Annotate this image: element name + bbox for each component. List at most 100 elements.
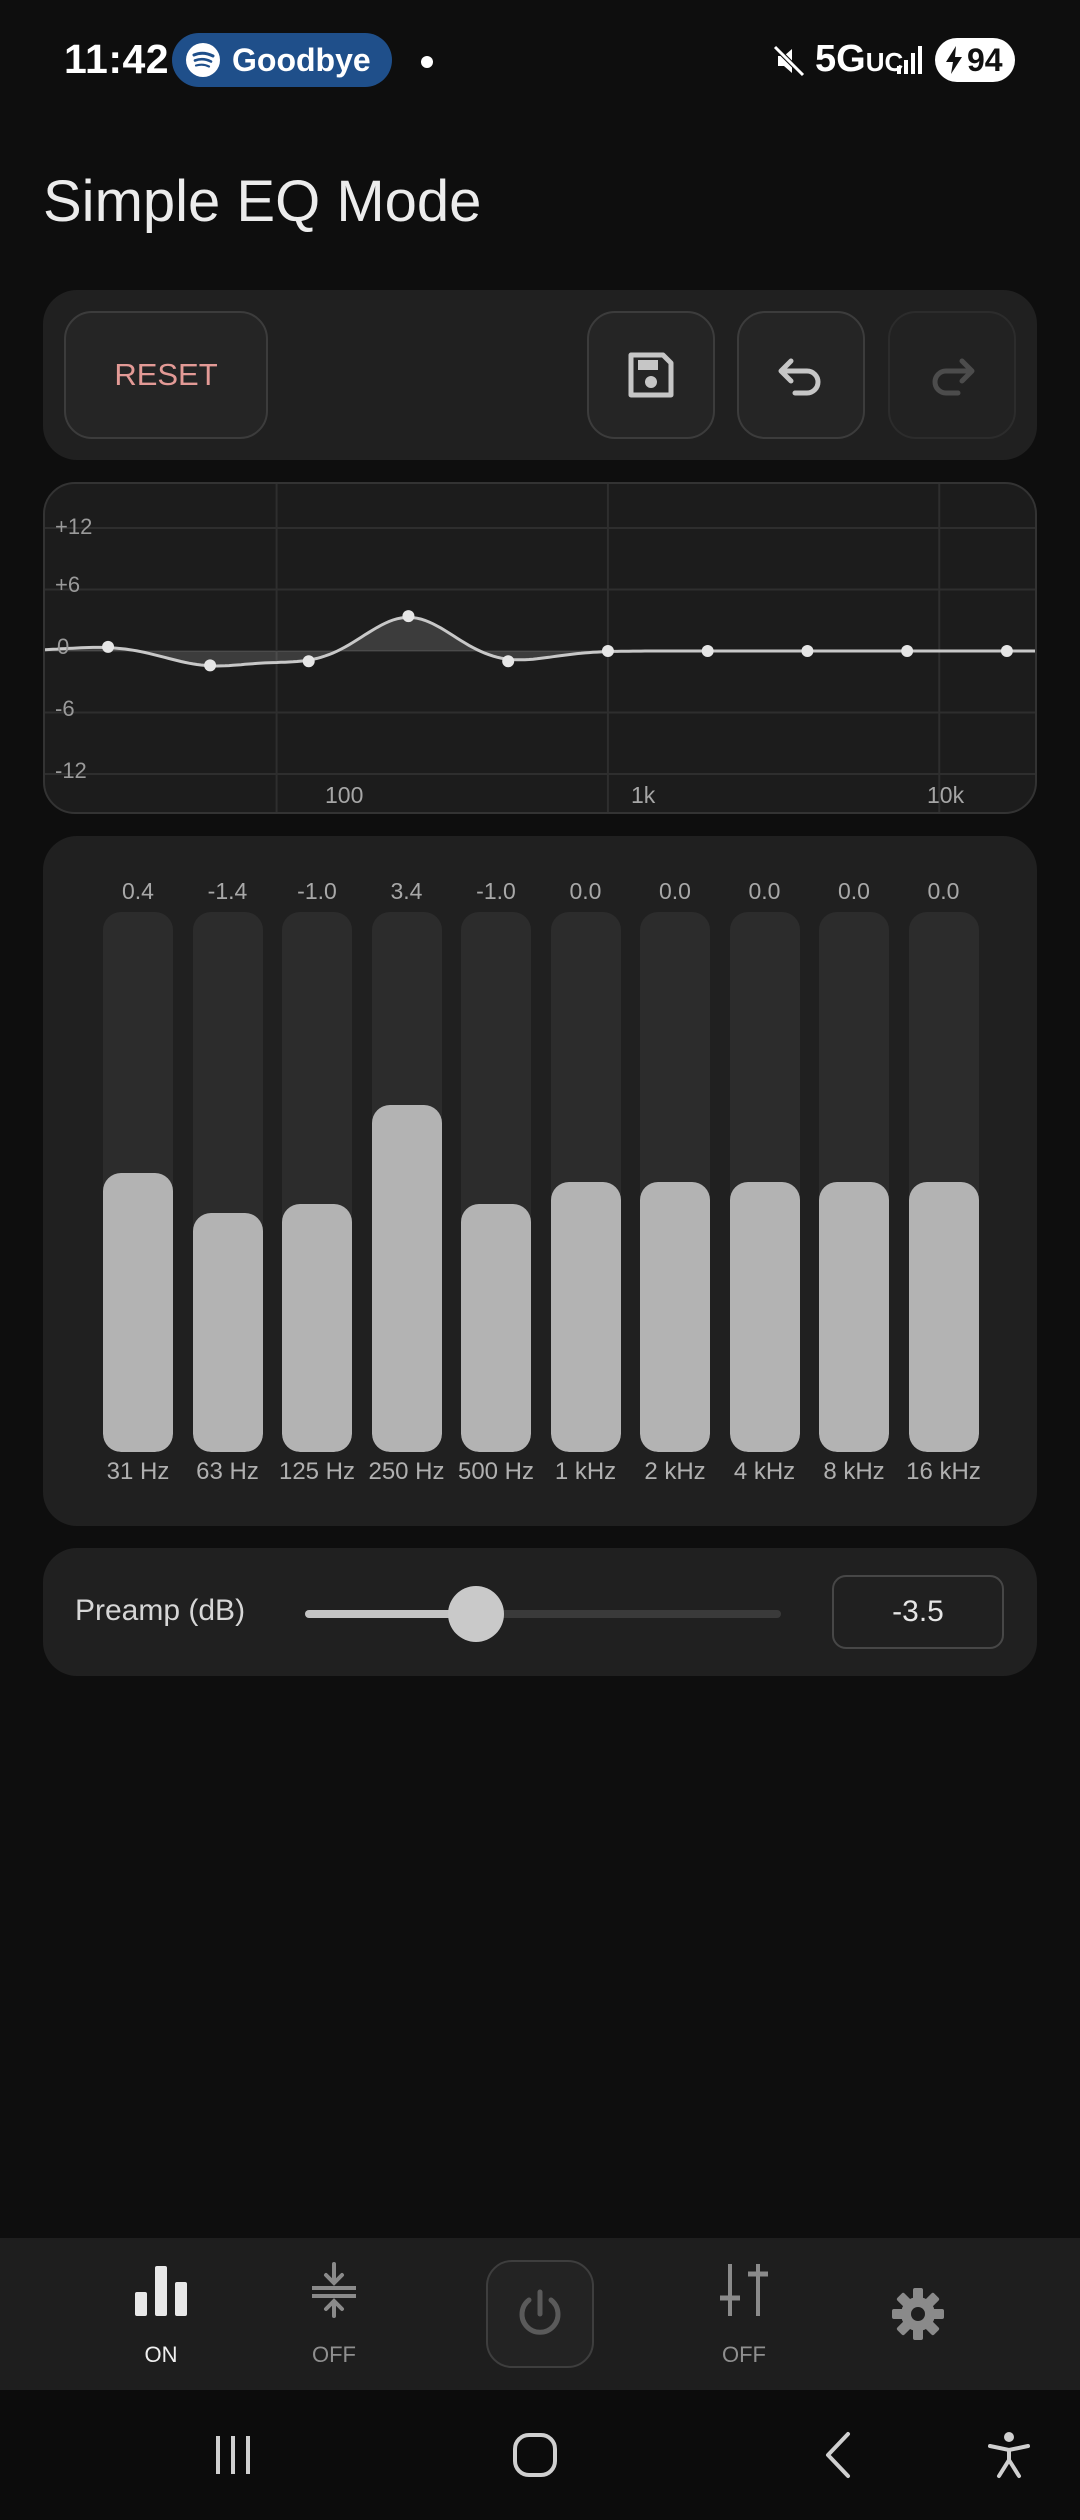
band-slider[interactable]: 0.0 2 kHz (640, 836, 710, 1526)
preamp-card: Preamp (dB) -3.5 (43, 1548, 1037, 1676)
network-indicator: 5GUC (815, 38, 903, 81)
nav-sliders-label: OFF (722, 2342, 766, 2367)
band-handle-point (1000, 645, 1013, 657)
band-frequency-label: 16 kHz (906, 1458, 981, 1485)
accessibility-icon (988, 2432, 1030, 2478)
band-track[interactable] (103, 912, 173, 1452)
y-tick-label: -6 (55, 696, 75, 721)
band-handle-point (302, 655, 315, 668)
gear-icon (892, 2288, 944, 2340)
band-value-label: 3.4 (390, 878, 423, 904)
status-bar: 11:42 Goodbye 5GUC 94 (0, 0, 1080, 120)
band-value-label: 0.0 (569, 878, 602, 904)
accessibility-button[interactable] (974, 2420, 1044, 2490)
preamp-slider[interactable] (305, 1586, 781, 1642)
band-slider[interactable]: 0.4 31 Hz (103, 836, 173, 1526)
nav-compressor[interactable]: OFF (264, 2238, 404, 2390)
preamp-value-field[interactable]: -3.5 (832, 1575, 1004, 1649)
charging-bolt-icon (946, 46, 962, 74)
band-slider[interactable]: 0.0 8 kHz (819, 836, 889, 1526)
home-icon (513, 2433, 557, 2477)
bottom-nav: ON OFF OFF (0, 2238, 1080, 2390)
band-value-label: 0.0 (659, 878, 691, 904)
band-level-bar (640, 1182, 710, 1452)
band-sliders-card: 0.4 31 Hz -1.4 63 Hz -1.0 125 Hz 3.4 250 Hz -1.0… (43, 836, 1037, 1526)
nav-sliders[interactable]: OFF (674, 2238, 814, 2390)
band-level-bar (908, 1182, 979, 1452)
back-icon (826, 2432, 850, 2478)
band-level-bar (192, 1213, 263, 1452)
reset-button[interactable]: RESET (64, 311, 268, 439)
band-track[interactable] (550, 912, 621, 1452)
band-slider[interactable]: 0.0 1 kHz (550, 836, 621, 1526)
network-label: 5G (815, 38, 866, 80)
band-slider[interactable]: -1.4 63 Hz (192, 836, 263, 1526)
redo-icon (932, 358, 975, 396)
band-level-bar (550, 1182, 621, 1452)
equalizer-icon (135, 2266, 187, 2316)
band-slider[interactable]: 3.4 250 Hz (368, 836, 444, 1526)
band-value-label: 0.0 (838, 878, 870, 904)
band-track[interactable] (908, 912, 979, 1452)
undo-button[interactable] (737, 311, 865, 439)
eq-curve-svg (45, 484, 1035, 812)
preamp-label: Preamp (dB) (75, 1594, 246, 1627)
band-slider[interactable]: 0.0 16 kHz (906, 836, 981, 1526)
band-track[interactable] (819, 912, 889, 1452)
y-tick-label: +6 (55, 572, 81, 597)
x-tick-label: 10k (927, 782, 965, 808)
back-button[interactable] (804, 2420, 874, 2490)
preamp-slider-thumb[interactable] (448, 1586, 505, 1642)
recent-apps-icon (216, 2436, 250, 2474)
band-level-bar (819, 1182, 889, 1452)
band-slider[interactable]: -1.0 500 Hz (458, 836, 534, 1526)
band-track[interactable] (640, 912, 710, 1452)
nav-equalizer[interactable]: ON (91, 2238, 231, 2390)
band-slider[interactable]: 0.0 4 kHz (729, 836, 800, 1526)
band-slider[interactable]: -1.0 125 Hz (279, 836, 355, 1526)
band-handle-point (502, 655, 515, 668)
media-pill[interactable]: Goodbye (172, 33, 392, 87)
band-track[interactable] (282, 912, 352, 1452)
band-level-bar (103, 1173, 173, 1452)
compressor-icon (312, 2262, 356, 2318)
band-track[interactable] (192, 912, 263, 1452)
band-handle-point (601, 645, 614, 657)
band-track[interactable] (371, 912, 442, 1452)
eq-curve-graph[interactable]: +12 +6 0 -6 -12 100 1k 10k (43, 482, 1037, 814)
media-title: Goodbye (232, 41, 371, 78)
page-title: Simple EQ Mode (43, 169, 482, 234)
mute-icon (770, 42, 808, 85)
band-handle-point (402, 610, 415, 623)
band-track[interactable] (461, 912, 531, 1452)
band-value-label: 0.0 (748, 878, 781, 904)
recent-apps-button[interactable] (198, 2420, 268, 2490)
band-value-label: -1.0 (476, 878, 516, 904)
nav-equalizer-label: ON (144, 2342, 178, 2367)
band-level-bar (729, 1182, 800, 1452)
nav-compressor-label: OFF (312, 2342, 356, 2367)
band-handle-point (901, 645, 914, 657)
band-value-label: 0.4 (122, 878, 154, 904)
y-tick-label: +12 (55, 514, 93, 539)
toolbar-card: RESET (43, 290, 1037, 460)
band-value-label: -1.0 (297, 878, 337, 904)
nav-settings[interactable] (848, 2238, 988, 2390)
power-icon (519, 2289, 561, 2335)
sliders-icon (720, 2264, 768, 2316)
y-tick-label: 0 (57, 634, 70, 659)
home-button[interactable] (500, 2420, 570, 2490)
notification-dot (421, 56, 433, 68)
spotify-icon (186, 43, 220, 77)
band-handle-point (801, 645, 814, 657)
power-button[interactable] (486, 2260, 594, 2368)
band-level-bar (371, 1105, 442, 1452)
system-nav-bar (0, 2390, 1080, 2520)
save-button[interactable] (587, 311, 715, 439)
band-handle-point (102, 640, 115, 653)
x-tick-label: 100 (325, 782, 364, 808)
y-tick-label: -12 (55, 758, 87, 783)
band-track[interactable] (729, 912, 800, 1452)
redo-button[interactable] (888, 311, 1016, 439)
signal-icon (895, 42, 929, 81)
